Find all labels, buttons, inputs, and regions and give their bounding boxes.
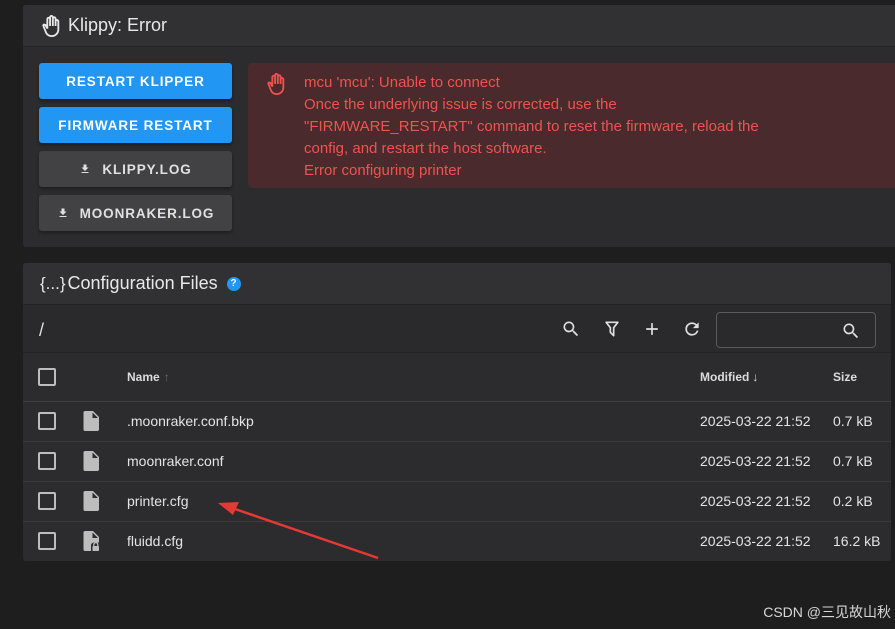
firmware-restart-button[interactable]: FIRMWARE RESTART (39, 107, 232, 143)
size-column-header[interactable]: Size (833, 353, 891, 401)
table-row[interactable]: printer.cfg 2025-03-22 21:52 0.2 kB (23, 481, 891, 521)
configuration-files-card: {...} Configuration Files ? / Name ↑ Mod… (23, 263, 891, 561)
firmware-restart-label: FIRMWARE RESTART (58, 117, 213, 133)
file-name: .moonraker.conf.bkp (127, 413, 254, 429)
restart-klipper-button[interactable]: RESTART KLIPPER (39, 63, 232, 99)
hand-stop-icon (267, 73, 285, 95)
klippy-log-label: KLIPPY.LOG (102, 161, 192, 177)
file-size: 0.2 kB (833, 493, 873, 509)
error-alert: mcu 'mcu': Unable to connect Once the un… (248, 63, 895, 188)
arrow-up-icon: ↑ (163, 369, 170, 384)
file-size: 0.7 kB (833, 453, 873, 469)
moonraker-log-button[interactable]: MOONRAKER.LOG (39, 195, 232, 231)
code-braces-icon: {...} (40, 273, 66, 293)
file-search-field[interactable] (716, 312, 876, 348)
hand-stop-icon (42, 14, 60, 37)
search-icon[interactable] (841, 321, 861, 341)
table-header-row: Name ↑ Modified ↓ Size (23, 353, 891, 401)
refresh-icon[interactable] (682, 319, 702, 339)
row-checkbox[interactable] (38, 532, 56, 551)
file-name: moonraker.conf (127, 453, 224, 469)
klippy-log-button[interactable]: KLIPPY.LOG (39, 151, 232, 187)
file-icon (83, 491, 99, 511)
row-checkbox[interactable] (38, 492, 56, 510)
help-icon[interactable]: ? (226, 276, 241, 291)
modified-column-label: Modified (700, 369, 750, 384)
file-table: Name ↑ Modified ↓ Size .moonraker.conf.bkp… (23, 353, 891, 561)
row-checkbox[interactable] (38, 452, 56, 470)
download-icon (59, 208, 67, 217)
watermark-text: CSDN @三见故山秋 (763, 604, 891, 620)
file-modified: 2025-03-22 21:52 (700, 413, 811, 429)
modified-column-header[interactable]: Modified ↓ (700, 353, 833, 401)
filter-icon[interactable] (602, 319, 622, 339)
size-column-label: Size (833, 369, 858, 384)
row-checkbox[interactable] (38, 412, 56, 430)
add-icon[interactable] (642, 319, 662, 339)
config-card-header: {...} Configuration Files ? (23, 263, 891, 305)
file-lock-icon (83, 531, 99, 552)
klippy-card-title: Klippy: Error (68, 15, 168, 35)
restart-klipper-label: RESTART KLIPPER (66, 73, 205, 89)
file-toolbar: / (23, 305, 891, 353)
klippy-error-card: Klippy: Error RESTART KLIPPER FIRMWARE R… (23, 5, 895, 247)
file-icon (83, 411, 99, 431)
file-name: fluidd.cfg (127, 533, 184, 550)
file-name: printer.cfg (127, 493, 189, 509)
arrow-down-icon: ↓ (752, 369, 759, 384)
file-icon (83, 451, 99, 471)
file-modified: 2025-03-22 21:52 (700, 533, 811, 550)
file-modified: 2025-03-22 21:52 (700, 493, 811, 509)
table-row[interactable]: moonraker.conf 2025-03-22 21:52 0.7 kB (23, 441, 891, 481)
config-card-title: Configuration Files (67, 273, 218, 293)
error-line: mcu 'mcu': Unable to connect (304, 74, 500, 91)
error-line: Once the underlying issue is corrected, … (304, 96, 617, 113)
search-icon[interactable] (561, 319, 581, 339)
current-path: / (39, 320, 45, 340)
error-line: "FIRMWARE_RESTART" command to reset the … (304, 118, 759, 135)
file-size: 16.2 kB (833, 533, 881, 550)
file-search-input[interactable] (725, 320, 835, 340)
error-message: mcu 'mcu': Unable to connect Once the un… (304, 72, 759, 182)
name-column-label: Name (127, 369, 160, 384)
table-row[interactable]: .moonraker.conf.bkp 2025-03-22 21:52 0.7… (23, 401, 891, 441)
error-line: config, and restart the host software. (304, 140, 547, 157)
error-line: Error configuring printer (304, 162, 462, 179)
select-all-checkbox[interactable] (38, 367, 56, 386)
klippy-card-header: Klippy: Error (23, 5, 895, 47)
file-size: 0.7 kB (833, 413, 873, 429)
moonraker-log-label: MOONRAKER.LOG (79, 205, 215, 221)
table-row[interactable]: fluidd.cfg 2025-03-22 21:52 16.2 kB (23, 521, 891, 561)
file-modified: 2025-03-22 21:52 (700, 453, 811, 469)
download-icon (81, 164, 89, 173)
name-column-header[interactable]: Name ↑ (127, 353, 700, 401)
